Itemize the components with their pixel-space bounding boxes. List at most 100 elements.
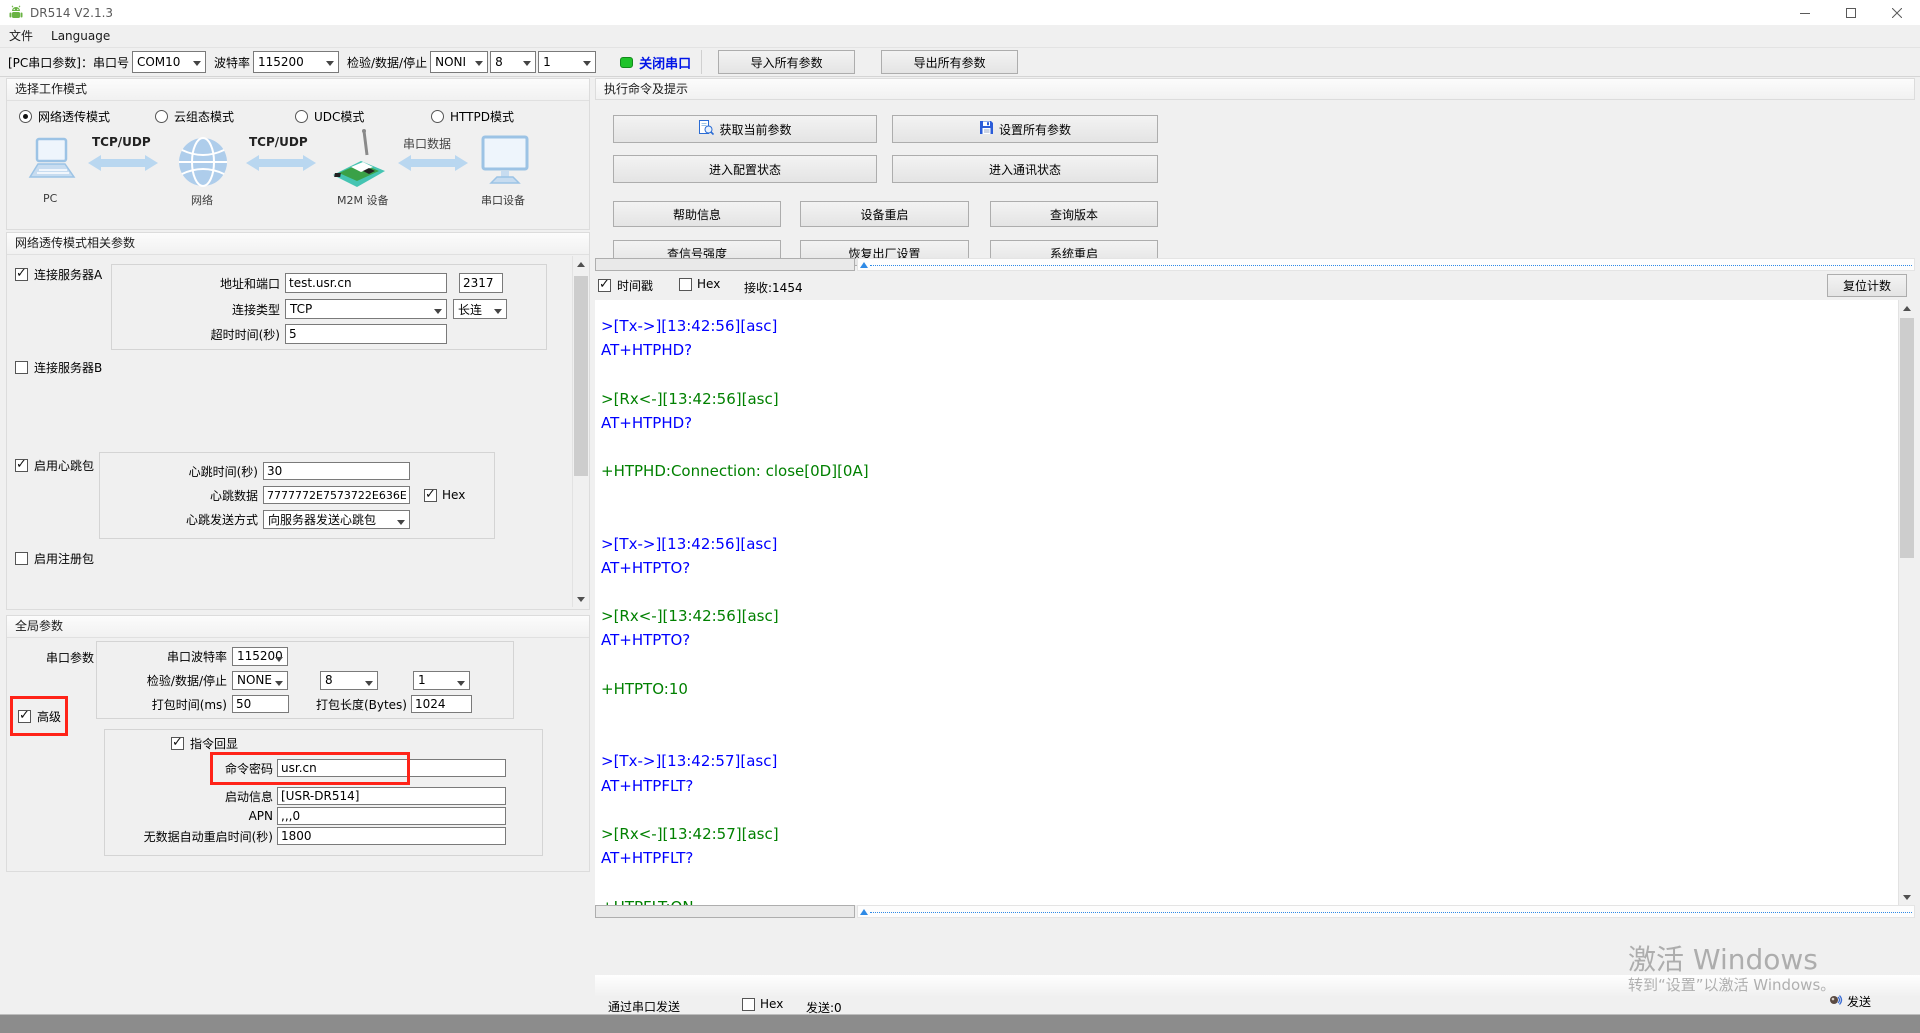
pack-len-input[interactable] — [411, 695, 472, 713]
cmd-pwd-label: 命令密码 — [105, 760, 273, 777]
scroll-marker-icon — [860, 909, 868, 915]
conn-type-label: 连接类型 — [112, 301, 280, 318]
g-databits-select[interactable]: 8 — [320, 671, 378, 690]
server-b-checkbox[interactable]: 连接服务器B — [15, 359, 102, 376]
send-hex-checkbox[interactable]: Hex — [742, 997, 783, 1011]
server-a-checkbox[interactable]: 连接服务器A — [15, 266, 102, 283]
addr-port-label: 地址和端口 — [112, 275, 280, 292]
diagram-pc-label: PC — [43, 192, 57, 205]
serial-toolbar: [PC串口参数]：串口号 COM10 波特率 115200 检验/数据/停止 N… — [0, 47, 1920, 77]
baud-select[interactable]: 115200 — [253, 51, 339, 73]
set-all-params-button[interactable]: 设置所有参数 — [892, 115, 1158, 143]
boot-info-input[interactable] — [277, 787, 506, 805]
echo-checkbox[interactable]: 指令回显 — [171, 735, 238, 752]
pack-time-input[interactable] — [232, 695, 289, 713]
g-baud-select[interactable]: 115200 — [232, 647, 288, 666]
checkbox-icon — [742, 998, 755, 1011]
chevron-down-icon — [397, 520, 405, 525]
export-all-params-button[interactable]: 导出所有参数 — [881, 50, 1018, 74]
get-current-params-button[interactable]: 获取当前参数 — [613, 115, 877, 143]
server-a-fieldset: 地址和端口 连接类型 TCP 长连 超时时间(秒) — [111, 264, 547, 350]
hb-mode-select[interactable]: 向服务器发送心跳包 — [263, 510, 410, 529]
mode-radio-net-passthrough[interactable]: 网络透传模式 — [19, 108, 110, 125]
g-baud-label: 串口波特率 — [97, 648, 227, 665]
apn-label: APN — [105, 809, 273, 823]
device-restart-button[interactable]: 设备重启 — [800, 201, 969, 227]
parity-select[interactable]: NONI — [430, 51, 488, 73]
log-hscrollbar-bottom[interactable] — [595, 905, 1915, 918]
double-arrow-icon — [245, 153, 317, 176]
register-packet-checkbox[interactable]: 启用注册包 — [15, 550, 94, 567]
net-params-scrollbar[interactable] — [572, 256, 588, 607]
server-a-address-input[interactable] — [285, 273, 447, 293]
chevron-down-icon — [434, 309, 442, 314]
m2m-device-icon — [327, 127, 391, 194]
scrollbar-thumb[interactable] — [595, 905, 855, 918]
cmd-pwd-input[interactable] — [277, 759, 506, 777]
chevron-down-icon — [365, 681, 373, 686]
chevron-down-icon — [583, 61, 591, 66]
com-port-select[interactable]: COM10 — [132, 51, 206, 73]
scrollbar-thumb[interactable] — [574, 276, 588, 476]
mode-radio-udc[interactable]: UDC模式 — [295, 108, 364, 125]
log-hscrollbar-top[interactable] — [595, 258, 1915, 271]
g-parity-select[interactable]: NONE — [232, 671, 288, 690]
g-stopbits-select[interactable]: 1 — [413, 671, 470, 690]
command-panel-title: 执行命令及提示 — [595, 78, 1915, 100]
reset-count-button[interactable]: 复位计数 — [1827, 274, 1907, 297]
minimize-button[interactable] — [1782, 0, 1828, 26]
mode-radio-cloud[interactable]: 云组态模式 — [155, 108, 234, 125]
no-data-restart-input[interactable] — [277, 827, 506, 845]
serial-params-label: 串口参数 — [46, 649, 94, 666]
mode-radio-httpd[interactable]: HTTPD模式 — [431, 108, 514, 125]
hb-time-label: 心跳时间(秒) — [100, 463, 258, 480]
g-line-label: 检验/数据/停止 — [97, 672, 227, 689]
databits-select[interactable]: 8 — [490, 51, 536, 73]
log-vscrollbar[interactable] — [1898, 300, 1914, 905]
import-all-params-button[interactable]: 导入所有参数 — [718, 50, 855, 74]
advanced-checkbox[interactable]: 高级 — [18, 708, 61, 725]
radio-icon — [295, 110, 308, 123]
scroll-up-icon[interactable] — [573, 256, 589, 272]
toolbar-divider — [701, 50, 702, 74]
close-button[interactable] — [1874, 0, 1920, 26]
conn-type-select[interactable]: TCP — [285, 299, 447, 319]
checkbox-icon — [598, 279, 611, 292]
send-via-serial-dropdown[interactable]: 通过串口发送 — [608, 998, 690, 1015]
scroll-down-icon[interactable] — [573, 591, 589, 607]
maximize-button[interactable] — [1828, 0, 1874, 26]
enter-config-state-button[interactable]: 进入配置状态 — [613, 155, 877, 183]
stopbits-select[interactable]: 1 — [538, 51, 596, 73]
menu-language[interactable]: Language — [42, 26, 119, 47]
line-params-label: 检验/数据/停止 — [347, 54, 427, 71]
activate-windows-watermark-sub: 转到“设置”以激活 Windows。 — [1628, 974, 1835, 995]
help-info-button[interactable]: 帮助信息 — [613, 201, 781, 227]
server-a-port-input[interactable] — [459, 273, 503, 293]
pack-len-label: 打包长度(Bytes) — [289, 696, 407, 713]
timeout-input[interactable] — [285, 324, 447, 344]
scroll-up-icon[interactable] — [1899, 300, 1915, 316]
chevron-down-icon — [494, 309, 502, 314]
query-version-button[interactable]: 查询版本 — [990, 201, 1158, 227]
scroll-down-icon[interactable] — [1899, 889, 1915, 905]
checkbox-icon — [171, 737, 184, 750]
send-button[interactable]: 发送 — [1828, 992, 1881, 1010]
conn-mode-select[interactable]: 长连 — [453, 299, 507, 319]
titlebar: DR514 V2.1.3 — [0, 0, 1920, 26]
menu-file[interactable]: 文件 — [0, 26, 42, 47]
apn-input[interactable] — [277, 807, 506, 825]
enter-comm-state-button[interactable]: 进入通讯状态 — [892, 155, 1158, 183]
hb-hex-checkbox[interactable]: Hex — [424, 488, 465, 502]
radio-icon — [155, 110, 168, 123]
heartbeat-checkbox[interactable]: 启用心跳包 — [15, 457, 94, 474]
work-mode-title: 选择工作模式 — [7, 79, 589, 101]
log-hex-checkbox[interactable]: Hex — [679, 277, 720, 291]
hb-data-input[interactable] — [263, 486, 410, 504]
log-area[interactable]: >[Tx->][13:42:56][asc]AT+HTPHD? >[Rx<-][… — [595, 300, 1898, 905]
close-port-button[interactable]: 关闭串口 — [620, 53, 691, 72]
advanced-fieldset: 指令回显 命令密码 启动信息 APN 无数据自动重启时间(秒) — [104, 729, 543, 856]
scrollbar-thumb[interactable] — [595, 258, 855, 271]
scrollbar-thumb[interactable] — [1900, 318, 1914, 558]
timestamp-checkbox[interactable]: 时间戳 — [598, 277, 653, 294]
hb-time-input[interactable] — [263, 462, 410, 480]
